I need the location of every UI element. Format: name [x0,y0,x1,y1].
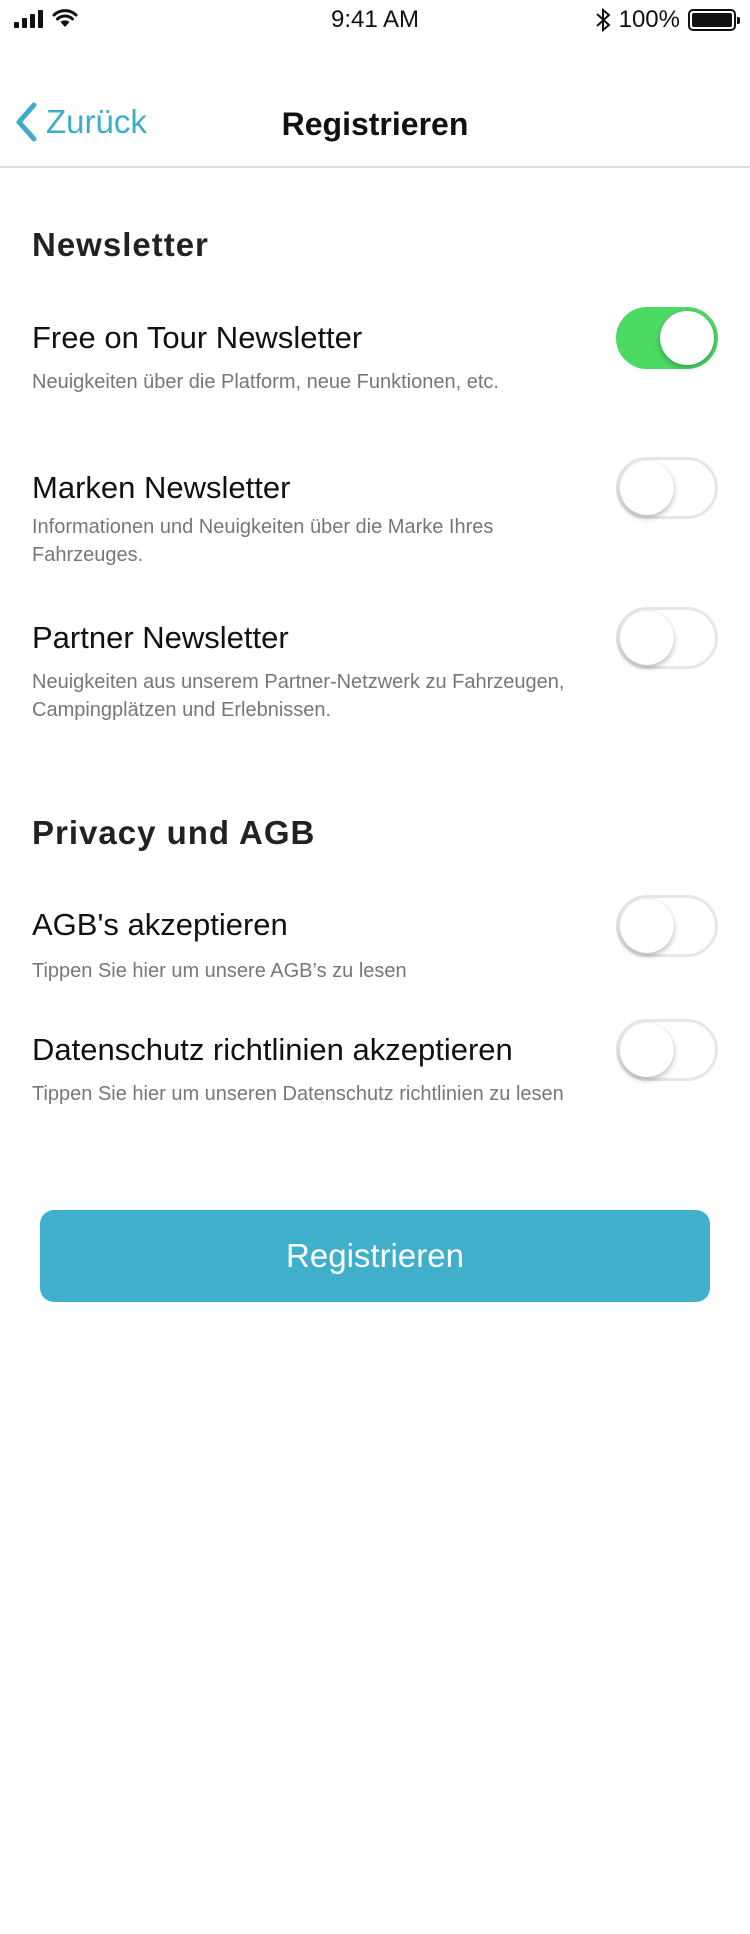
register-button[interactable]: Registrieren [40,1210,710,1302]
privacy-agb-toggle[interactable] [616,895,718,957]
newsletter-marken-title: Marken Newsletter [32,470,291,505]
status-right: 100% [595,6,740,34]
page-title: Registrieren [281,106,469,142]
privacy-agb-description[interactable]: Tippen Sie hier um unsere AGB’s zu lesen [32,957,592,985]
newsletter-partner-description: Neuigkeiten aus unserem Partner-Netzwerk… [32,671,565,721]
status-bar: 9:41 AM 100% [0,0,750,40]
register-screen: 9:41 AM 100% Zurück Registrieren Newslet… [0,0,750,1934]
bluetooth-icon [595,7,611,33]
toggle-knob [620,461,674,515]
section-title-newsletter: Newsletter [32,226,209,263]
privacy-agb-title[interactable]: AGB's akzeptieren [32,907,288,943]
navigation-bar: Zurück Registrieren [0,88,750,168]
toggle-knob [660,311,714,365]
newsletter-free-on-tour-title: Free on Tour Newsletter [32,320,363,355]
newsletter-marken-toggle[interactable] [616,457,718,519]
privacy-datenschutz-title[interactable]: Datenschutz richtlinien akzeptieren [32,1032,513,1068]
battery-percentage: 100% [618,6,680,33]
toggle-knob [620,1023,674,1077]
newsletter-free-on-tour-toggle[interactable] [616,307,718,369]
section-title-privacy: Privacy und AGB [32,814,316,851]
newsletter-free-on-tour-description: Neuigkeiten über die Platform, neue Funk… [32,371,499,393]
toggle-knob [620,611,674,665]
privacy-datenschutz-toggle[interactable] [616,1019,718,1081]
newsletter-partner-toggle[interactable] [616,607,718,669]
toggle-knob [620,899,674,953]
battery-icon [688,9,740,31]
newsletter-marken-description: Informationen und Neuigkeiten über die M… [32,516,494,566]
privacy-datenschutz-description[interactable]: Tippen Sie hier um unseren Datenschutz r… [32,1080,592,1108]
newsletter-partner-title: Partner Newsletter [32,620,289,655]
